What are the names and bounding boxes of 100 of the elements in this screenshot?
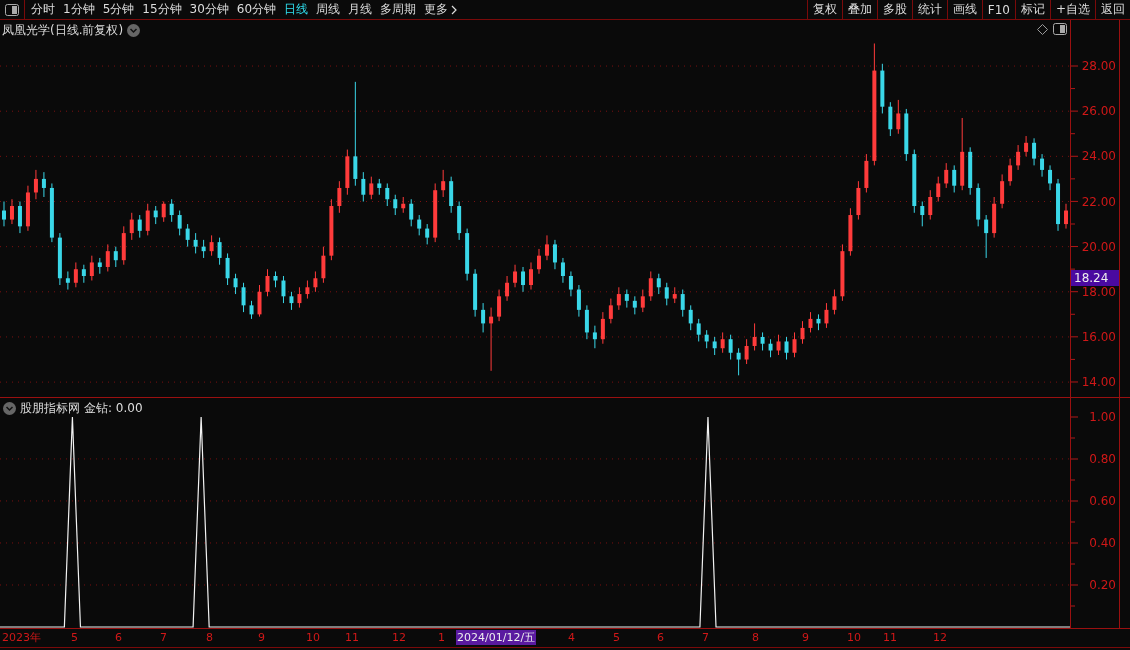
candle xyxy=(880,63,885,114)
candle xyxy=(129,212,134,241)
date-label: 10 xyxy=(847,631,861,645)
candle xyxy=(768,338,773,358)
candle xyxy=(313,271,318,293)
candle xyxy=(417,214,422,236)
candle xyxy=(169,198,174,223)
candle xyxy=(385,182,390,207)
candle xyxy=(760,331,765,351)
candle xyxy=(944,162,949,189)
period-tab[interactable]: 多周期 xyxy=(376,0,421,19)
period-tab[interactable]: 日线 xyxy=(280,0,313,19)
candle xyxy=(680,289,685,318)
date-label: 7 xyxy=(702,631,709,645)
candle xyxy=(193,232,198,254)
period-tab[interactable]: 30分钟 xyxy=(185,0,233,19)
candle xyxy=(257,284,262,318)
chevron-right-icon xyxy=(451,4,459,15)
candle xyxy=(856,180,861,221)
dropdown-icon[interactable] xyxy=(127,24,141,37)
candle xyxy=(249,300,254,320)
candle xyxy=(792,331,797,358)
toolbar-button[interactable]: 复权 xyxy=(806,0,842,19)
candle xyxy=(592,325,597,349)
toolbar-button[interactable]: 返回 xyxy=(1095,0,1130,19)
candle xyxy=(49,182,54,243)
candle xyxy=(305,280,310,300)
candle xyxy=(1008,158,1013,187)
axis-label: 0.40 xyxy=(1089,534,1116,551)
period-tab[interactable]: 周线 xyxy=(312,0,345,19)
candle xyxy=(584,304,589,340)
toolbar-button[interactable]: 标记 xyxy=(1014,0,1050,19)
date-label: 12 xyxy=(933,631,947,645)
candle xyxy=(217,237,222,266)
dropdown-icon[interactable] xyxy=(3,402,16,415)
candle xyxy=(225,252,230,286)
toolbar-button[interactable]: +自选 xyxy=(1049,0,1095,19)
toolbar-button[interactable]: 画线 xyxy=(946,0,982,19)
period-tab[interactable]: 15分钟 xyxy=(138,0,186,19)
axis-label: 1.00 xyxy=(1089,408,1116,425)
toolbar-button[interactable]: 统计 xyxy=(911,0,947,19)
date-label: 10 xyxy=(306,631,320,645)
candle xyxy=(545,234,549,261)
candle xyxy=(465,228,470,281)
candle xyxy=(481,302,486,333)
toolbar-button[interactable]: F10 xyxy=(981,0,1015,19)
candle xyxy=(473,268,478,318)
candle xyxy=(1032,137,1037,166)
candle xyxy=(185,223,190,248)
date-label: 11 xyxy=(345,631,359,645)
candle xyxy=(137,214,142,239)
candle xyxy=(105,243,110,272)
period-tab[interactable]: 分时 xyxy=(27,0,59,19)
candle xyxy=(1016,144,1021,171)
date-label: 7 xyxy=(160,631,167,645)
candle xyxy=(1040,153,1045,178)
candle xyxy=(513,264,518,288)
candle xyxy=(896,99,901,135)
axis-label: 24.00 xyxy=(1081,148,1116,165)
candle xyxy=(289,291,294,311)
panel-toggle-icon[interactable] xyxy=(1053,23,1067,35)
candle xyxy=(744,338,749,365)
candle xyxy=(784,336,789,361)
candle xyxy=(521,266,525,293)
candle xyxy=(736,347,741,376)
panel-toggle-icon xyxy=(5,3,19,16)
period-tab[interactable]: 1分钟 xyxy=(59,0,99,19)
axis-label: 26.00 xyxy=(1081,103,1116,120)
more-button[interactable]: 更多 xyxy=(420,0,463,19)
candle xyxy=(273,271,278,288)
axis-label: 0.80 xyxy=(1089,450,1116,467)
candle xyxy=(688,304,693,331)
candle xyxy=(10,198,14,225)
period-tab[interactable]: 5分钟 xyxy=(98,0,139,19)
candle xyxy=(337,180,342,214)
candle xyxy=(457,201,462,241)
candle xyxy=(808,311,813,333)
toolbar-button[interactable]: 多股 xyxy=(876,0,912,19)
axis-label: 22.00 xyxy=(1081,193,1116,210)
axis-label: 16.00 xyxy=(1081,328,1116,345)
diamond-icon[interactable] xyxy=(1037,24,1048,35)
candle xyxy=(529,261,533,291)
candle xyxy=(393,194,398,216)
candle xyxy=(968,146,973,196)
candle xyxy=(33,169,38,200)
toolbar-button[interactable]: 叠加 xyxy=(841,0,877,19)
candle xyxy=(409,198,414,227)
date-label: 8 xyxy=(752,631,759,645)
period-tab[interactable]: 60分钟 xyxy=(232,0,281,19)
cursor-date-tag: 2024/01/12/五 xyxy=(456,630,537,645)
candle xyxy=(41,171,46,198)
candle xyxy=(696,318,701,342)
candle xyxy=(297,286,302,309)
period-tab[interactable]: 月线 xyxy=(344,0,377,19)
indicator-reading: 金钻: 0.00 xyxy=(84,400,143,417)
candle xyxy=(984,214,989,259)
axis-label: 28.00 xyxy=(1081,58,1116,75)
date-label: 6 xyxy=(657,631,664,645)
candle xyxy=(936,176,941,202)
date-label: 8 xyxy=(206,631,213,645)
